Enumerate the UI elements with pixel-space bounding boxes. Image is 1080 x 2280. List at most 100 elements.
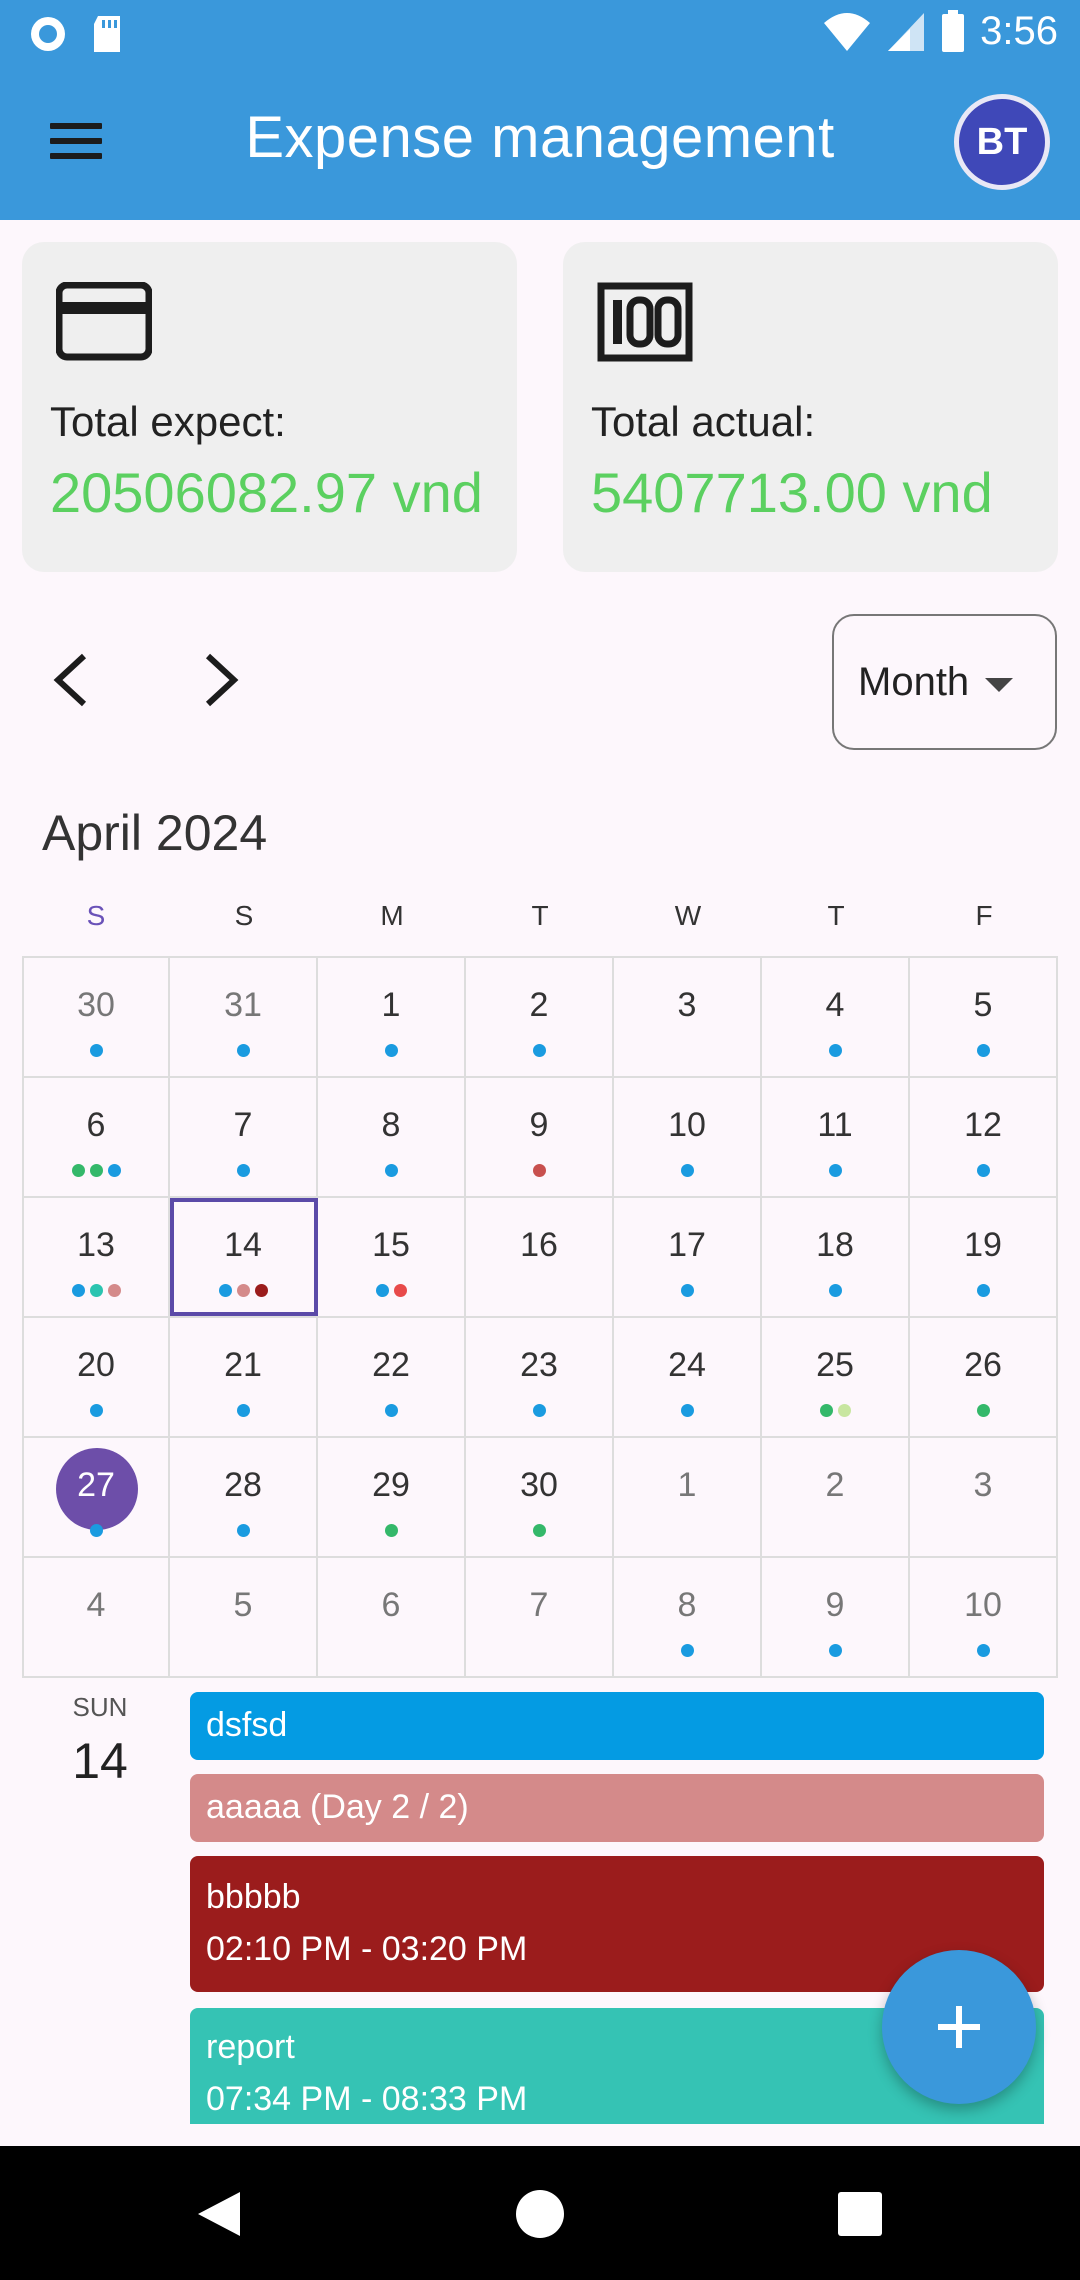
next-month-button[interactable] [190, 648, 254, 712]
calendar-day[interactable]: 30 [466, 1438, 614, 1556]
event-markers [318, 1284, 464, 1297]
calendar-day[interactable]: 9 [762, 1558, 910, 1676]
calendar-day[interactable]: 23 [466, 1318, 614, 1436]
calendar-day[interactable]: 5 [170, 1558, 318, 1676]
calendar-day[interactable]: 3 [910, 1438, 1058, 1556]
event-marker-dot [89, 1404, 103, 1417]
calendar-day[interactable]: 15 [318, 1198, 466, 1316]
calendar-day[interactable]: 8 [318, 1078, 466, 1196]
event-markers [318, 1524, 464, 1537]
credit-card-icon [56, 282, 152, 361]
event-markers [170, 1164, 316, 1177]
event-markers [762, 1164, 908, 1177]
event-marker-dot [828, 1044, 842, 1057]
calendar-day-selected[interactable]: 14 [170, 1198, 318, 1316]
calendar-day[interactable]: 21 [170, 1318, 318, 1436]
calendar-day[interactable]: 17 [614, 1198, 762, 1316]
event-item[interactable]: aaaaa (Day 2 / 2) [190, 1774, 1044, 1842]
calendar-day[interactable]: 19 [910, 1198, 1058, 1316]
calendar-day[interactable]: 18 [762, 1198, 910, 1316]
calendar-day[interactable]: 13 [22, 1198, 170, 1316]
calendar-day-number: 10 [668, 1106, 706, 1144]
event-marker-dot [976, 1644, 990, 1657]
add-expense-button[interactable] [882, 1950, 1036, 2104]
calendar-day[interactable]: 29 [318, 1438, 466, 1556]
calendar-day-number: 24 [668, 1346, 706, 1384]
calendar-day[interactable]: 25 [762, 1318, 910, 1436]
calendar-day-today[interactable]: 27 [22, 1438, 170, 1556]
hundred-icon [597, 282, 693, 362]
calendar-day[interactable]: 10 [910, 1558, 1058, 1676]
calendar-day-number: 14 [224, 1226, 262, 1264]
calendar-day-number: 21 [224, 1346, 262, 1384]
sd-card-icon [94, 16, 120, 52]
calendar-day-number: 20 [77, 1346, 115, 1384]
calendar-day[interactable]: 9 [466, 1078, 614, 1196]
calendar-day[interactable]: 26 [910, 1318, 1058, 1436]
event-markers [170, 1284, 316, 1297]
calendar-day[interactable]: 22 [318, 1318, 466, 1436]
calendar-day[interactable]: 6 [318, 1558, 466, 1676]
back-icon[interactable] [196, 2190, 242, 2238]
weekday-label: T [531, 900, 549, 931]
calendar-day-number: 3 [677, 986, 697, 1024]
home-icon[interactable] [516, 2190, 564, 2238]
view-mode-dropdown[interactable]: Month [832, 614, 1057, 750]
calendar-day[interactable]: 4 [762, 958, 910, 1076]
event-markers [24, 1524, 168, 1537]
calendar-week-row: 13 14 15 16 17 18 19 [22, 1198, 1058, 1318]
calendar-day[interactable]: 2 [762, 1438, 910, 1556]
weekday-label: S [234, 900, 254, 931]
signal-icon [888, 13, 925, 51]
event-marker-dot [107, 1164, 121, 1177]
calendar-day[interactable]: 30 [22, 958, 170, 1076]
event-markers [762, 1284, 908, 1297]
calendar-day[interactable]: 28 [170, 1438, 318, 1556]
record-icon [31, 17, 65, 51]
event-marker-dot [384, 1404, 398, 1417]
status-time: 3:56 [980, 8, 1058, 53]
event-time: 07:34 PM - 08:33 PM [206, 2080, 528, 2118]
calendar-day[interactable]: 7 [466, 1558, 614, 1676]
total-actual-label: Total actual: [591, 398, 816, 445]
event-item[interactable]: dsfsd [190, 1692, 1044, 1760]
event-time: 02:10 PM - 03:20 PM [206, 1930, 528, 1968]
calendar-day-number: 30 [77, 986, 115, 1024]
event-marker-dot [89, 1524, 103, 1537]
wifi-icon [824, 13, 871, 51]
avatar[interactable]: BT [954, 94, 1050, 190]
calendar-day[interactable]: 6 [22, 1078, 170, 1196]
calendar-day[interactable]: 20 [22, 1318, 170, 1436]
calendar-day-number: 2 [825, 1466, 845, 1504]
previous-month-button[interactable] [44, 648, 108, 712]
agenda-day-number: 14 [72, 1733, 128, 1789]
app-bar: Expense management BT [0, 68, 1080, 220]
calendar-day[interactable]: 3 [614, 958, 762, 1076]
calendar-day-number: 9 [529, 1106, 549, 1144]
event-marker-dot [680, 1404, 694, 1417]
calendar-grid: 30 31 1 2 3 4 5 6 7 8 9 10 11 12 13 14 15 16 17 18 19 20 21 22 2… [22, 956, 1058, 1678]
event-title: aaaaa (Day 2 / 2) [206, 1788, 469, 1826]
event-marker-dot [828, 1644, 842, 1657]
calendar-day[interactable]: 1 [318, 958, 466, 1076]
event-title: dsfsd [206, 1706, 288, 1744]
recent-apps-icon[interactable] [838, 2192, 882, 2236]
calendar-day[interactable]: 10 [614, 1078, 762, 1196]
calendar-day[interactable]: 16 [466, 1198, 614, 1316]
calendar-day-number: 18 [816, 1226, 854, 1264]
calendar-day[interactable]: 2 [466, 958, 614, 1076]
calendar-day[interactable]: 1 [614, 1438, 762, 1556]
calendar-day[interactable]: 8 [614, 1558, 762, 1676]
calendar-day[interactable]: 12 [910, 1078, 1058, 1196]
weekday-label: W [674, 900, 702, 931]
calendar-day[interactable]: 24 [614, 1318, 762, 1436]
event-markers [614, 1644, 760, 1657]
chevron-right-icon [205, 653, 239, 707]
calendar-day[interactable]: 11 [762, 1078, 910, 1196]
calendar-day[interactable]: 31 [170, 958, 318, 1076]
event-marker-dot [375, 1284, 389, 1297]
calendar-day[interactable]: 4 [22, 1558, 170, 1676]
calendar-day-number: 27 [77, 1466, 115, 1504]
calendar-day[interactable]: 7 [170, 1078, 318, 1196]
calendar-day[interactable]: 5 [910, 958, 1058, 1076]
